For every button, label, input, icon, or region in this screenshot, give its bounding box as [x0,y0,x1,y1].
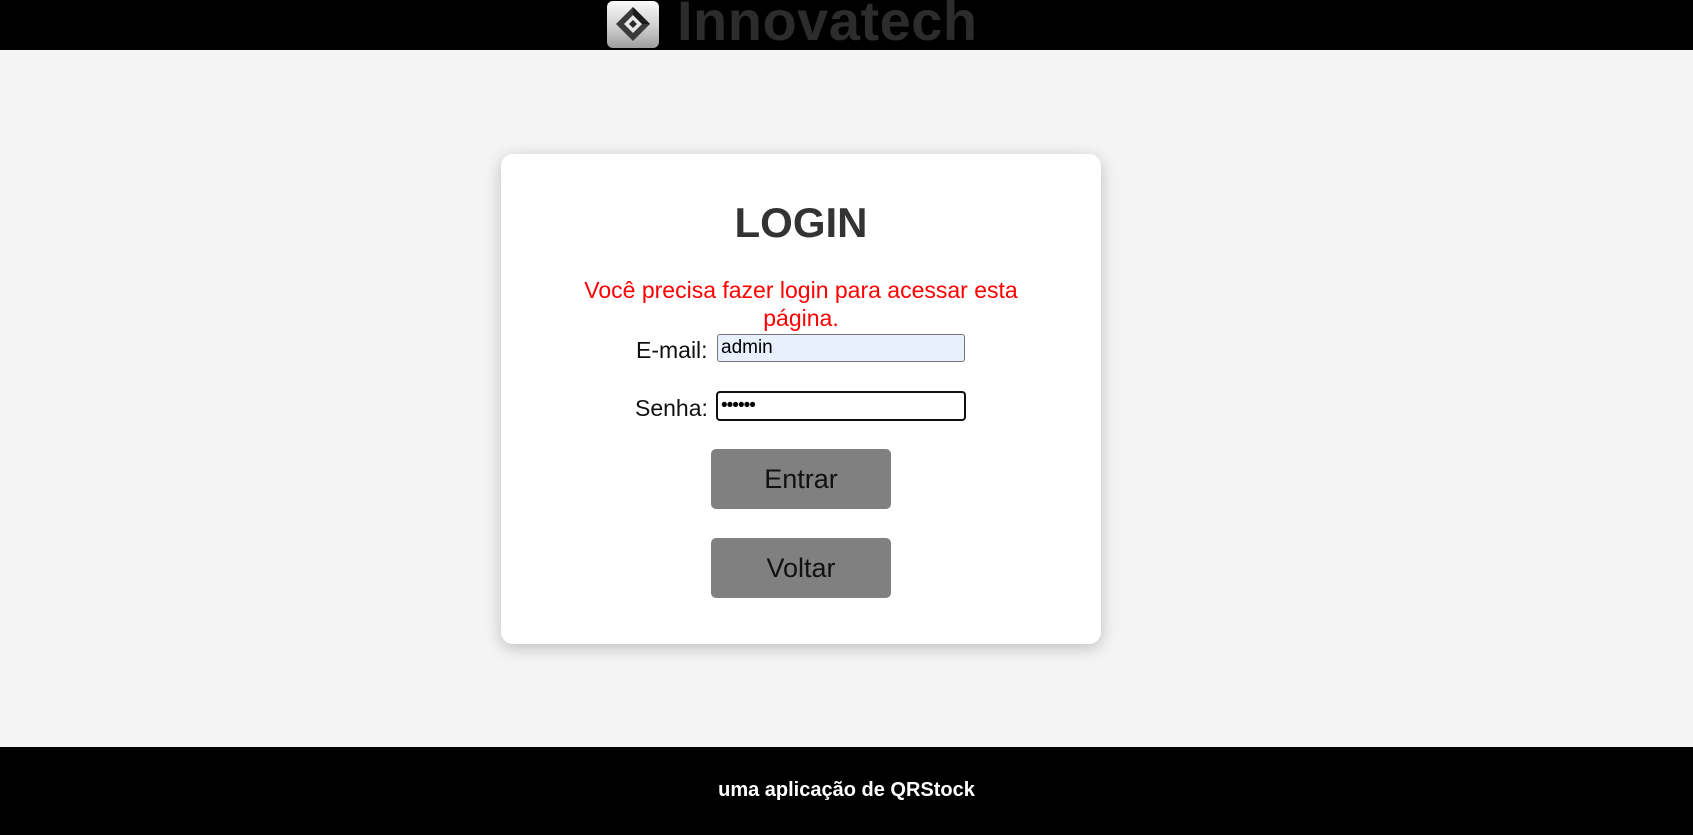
error-message: Você precisa fazer login para acessar es… [584,277,1018,331]
password-field[interactable] [716,391,966,421]
brand[interactable]: Innovatech [607,0,978,50]
login-button[interactable]: Entrar [711,449,891,509]
footer: uma aplicação de QRStock [0,747,1693,835]
footer-text: uma aplicação de QRStock [718,779,975,801]
password-label: Senha: [635,395,708,421]
login-title: LOGIN [734,199,868,246]
innovatech-logo-icon [607,0,659,48]
email-label: E-mail: [636,337,708,363]
back-button[interactable]: Voltar [711,538,891,598]
email-field[interactable] [717,334,965,362]
brand-name: Innovatech [677,0,978,50]
top-header: Innovatech [0,0,1693,50]
login-card: LOGIN Você precisa fazer login para aces… [501,154,1101,644]
